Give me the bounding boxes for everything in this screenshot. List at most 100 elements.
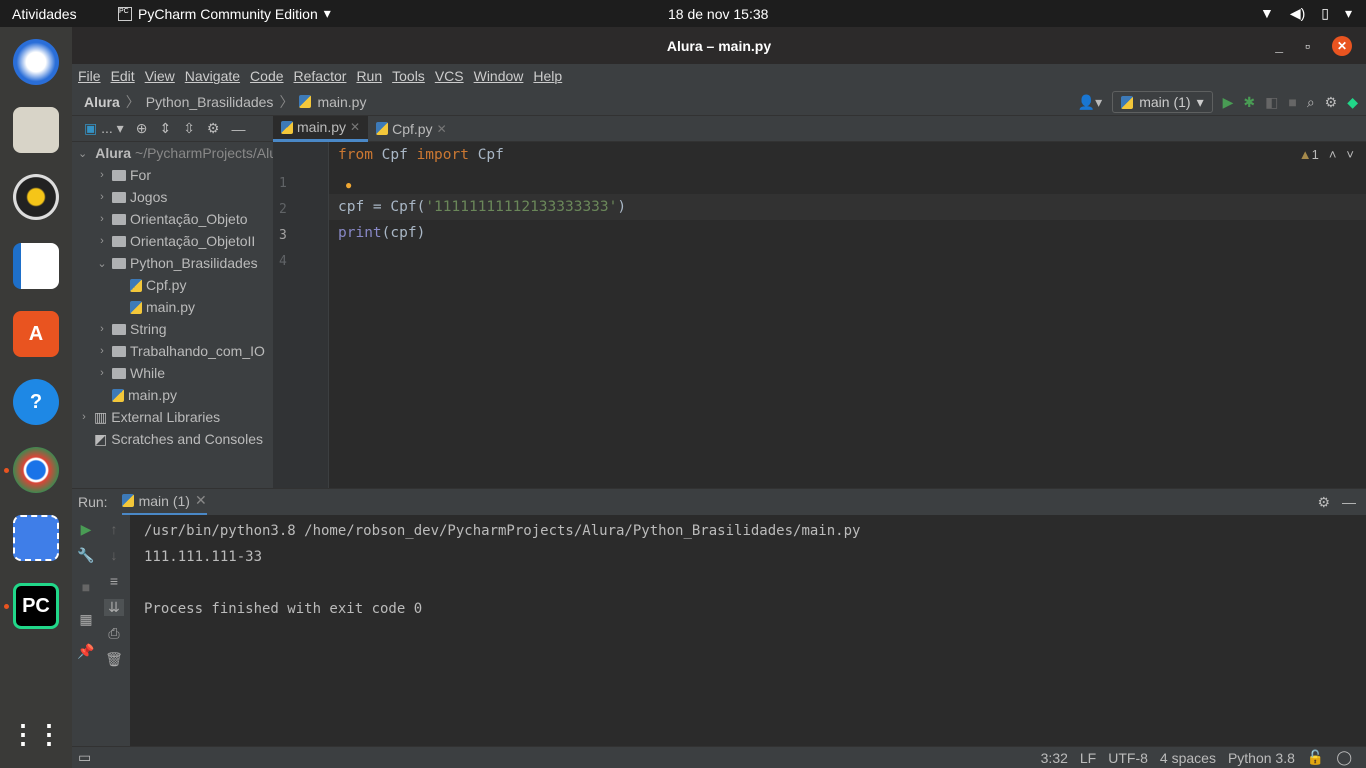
tree-item[interactable]: ◩ Scratches and Consoles	[72, 428, 273, 450]
tree-item[interactable]: › Orientação_ObjetoII	[72, 230, 273, 252]
trash-icon[interactable]: 🗑	[104, 651, 124, 668]
thunderbird-icon[interactable]	[13, 39, 59, 85]
chevron-right-icon[interactable]: ›	[96, 323, 108, 335]
tab-cpf-py[interactable]: Cpf.py ✕	[368, 116, 455, 142]
activities-button[interactable]: Atividades	[12, 6, 77, 22]
chevron-right-icon[interactable]: ›	[96, 367, 108, 379]
cursor-position[interactable]: 3:32	[1041, 750, 1068, 766]
chevron-right-icon[interactable]: ›	[96, 169, 108, 181]
rhythmbox-icon[interactable]	[13, 174, 59, 220]
tree-item[interactable]: ⌄Alura~/PycharmProjects/Alura	[72, 142, 273, 164]
gear-icon[interactable]: ⚙	[1317, 494, 1330, 511]
show-apps-icon[interactable]: ⋮⋮	[10, 711, 62, 757]
tree-item[interactable]: › String	[72, 318, 273, 340]
user-icon[interactable]: 👤▾	[1078, 94, 1102, 111]
app-menu[interactable]: PC PyCharm Community Edition ▾	[118, 5, 331, 22]
file-encoding[interactable]: UTF-8	[1108, 750, 1148, 766]
indent[interactable]: 4 spaces	[1160, 750, 1216, 766]
clock[interactable]: 18 de nov 15:38	[668, 6, 768, 22]
writer-icon[interactable]	[13, 243, 59, 289]
stop-icon[interactable]: ■	[76, 579, 96, 595]
soft-wrap-icon[interactable]: ≡	[104, 573, 124, 589]
close-tab-icon[interactable]: ✕	[350, 120, 360, 134]
line-separator[interactable]: LF	[1080, 750, 1096, 766]
close-tab-icon[interactable]: ✕	[437, 122, 447, 136]
pycharm-icon[interactable]: PC	[13, 583, 59, 629]
menu-help[interactable]: Help	[533, 68, 562, 84]
menu-vcs[interactable]: VCS	[435, 68, 464, 84]
locate-icon[interactable]: ⊕	[136, 120, 148, 137]
menu-code[interactable]: Code	[250, 68, 283, 84]
pin-icon[interactable]: 📌	[76, 643, 96, 660]
run-config-dropdown[interactable]: main (1) ▾	[1112, 91, 1213, 113]
stop-icon[interactable]: ■	[1288, 94, 1296, 110]
lock-icon[interactable]: 🔓	[1307, 749, 1324, 766]
help-icon[interactable]: ?	[13, 379, 59, 425]
software-center-icon[interactable]: A	[13, 311, 59, 357]
chevron-right-icon[interactable]: ›	[96, 191, 108, 203]
tree-item[interactable]: › ▥ External Libraries	[72, 406, 273, 428]
tree-item[interactable]: Cpf.py	[72, 274, 273, 296]
tree-item[interactable]: › While	[72, 362, 273, 384]
maximize-button[interactable]: ▫	[1305, 38, 1310, 54]
system-tray[interactable]: ▼ ◀) ▯ ▾	[1260, 5, 1352, 22]
breadcrumb-project[interactable]: Alura	[84, 94, 120, 110]
screenshot-icon[interactable]	[13, 515, 59, 561]
minimize-button[interactable]: _	[1275, 38, 1283, 54]
print-icon[interactable]: ⎙	[104, 625, 124, 642]
inspection-widget[interactable]: ▲1 ˄ ˅	[1299, 147, 1354, 162]
close-button[interactable]: ✕	[1332, 35, 1352, 56]
lightbulb-icon[interactable]: ●	[345, 178, 352, 192]
up-icon[interactable]: ↑	[104, 521, 124, 537]
menu-file[interactable]: File	[78, 68, 101, 84]
run-tab[interactable]: main (1) ✕	[121, 489, 207, 516]
hide-icon[interactable]: —	[231, 121, 245, 137]
project-view-dropdown[interactable]: ▣ ... ▾	[84, 120, 124, 137]
collapse-all-icon[interactable]: ⇳	[183, 120, 195, 137]
tree-item[interactable]: › For	[72, 164, 273, 186]
tree-item[interactable]: › Jogos	[72, 186, 273, 208]
hide-icon[interactable]: —	[1342, 494, 1356, 510]
chevron-right-icon[interactable]: ›	[96, 235, 108, 247]
menu-edit[interactable]: Edit	[111, 68, 135, 84]
rerun-icon[interactable]: ▶	[76, 521, 96, 538]
tab-main-py[interactable]: main.py ✕	[273, 115, 369, 142]
tree-item[interactable]: main.py	[72, 384, 273, 406]
breadcrumb-file[interactable]: main.py	[317, 94, 366, 110]
layout-icon[interactable]: ▦	[76, 611, 96, 628]
menu-navigate[interactable]: Navigate	[185, 68, 240, 84]
event-log-icon[interactable]: ◯	[1336, 749, 1352, 766]
tree-item[interactable]: ⌄ Python_Brasilidades	[72, 252, 273, 274]
wrench-icon[interactable]: 🔧	[76, 547, 96, 564]
menu-tools[interactable]: Tools	[392, 68, 425, 84]
gear-icon[interactable]: ⚙	[207, 120, 220, 137]
menu-run[interactable]: Run	[356, 68, 382, 84]
run-icon[interactable]: ▶	[1223, 94, 1234, 111]
tool-windows-icon[interactable]: ▭	[78, 749, 91, 766]
expand-all-icon[interactable]: ⇕	[159, 120, 171, 137]
gear-icon[interactable]: ⚙	[1325, 94, 1338, 111]
chrome-icon[interactable]	[13, 447, 59, 493]
down-icon[interactable]: ↓	[104, 547, 124, 563]
menu-window[interactable]: Window	[474, 68, 524, 84]
chevron-right-icon[interactable]: ›	[96, 213, 108, 225]
breadcrumb-folder[interactable]: Python_Brasilidades	[146, 94, 274, 110]
menu-view[interactable]: View	[145, 68, 175, 84]
tree-item[interactable]: › Trabalhando_com_IO	[72, 340, 273, 362]
coverage-icon[interactable]: ◧	[1265, 94, 1278, 111]
search-icon[interactable]: ⌕	[1307, 94, 1315, 111]
menu-refactor[interactable]: Refactor	[294, 68, 347, 84]
scroll-to-end-icon[interactable]: ⇊	[104, 599, 124, 616]
chevron-right-icon[interactable]: ›	[96, 345, 108, 357]
debug-icon[interactable]: ✱	[1243, 94, 1255, 111]
tree-item[interactable]: main.py	[72, 296, 273, 318]
chevron-down-icon[interactable]: ⌄	[78, 147, 87, 160]
chevron-right-icon[interactable]: ›	[78, 411, 90, 423]
tree-item[interactable]: › Orientação_Objeto	[72, 208, 273, 230]
console-output[interactable]: /usr/bin/python3.8 /home/robson_dev/Pych…	[144, 518, 860, 622]
code-with-me-icon[interactable]: ◆	[1347, 94, 1358, 111]
interpreter[interactable]: Python 3.8	[1228, 750, 1295, 766]
files-icon[interactable]	[13, 107, 59, 153]
code-editor[interactable]: 1 2 3 4 from Cpf import Cpf ● cpf = Cpf(…	[273, 142, 1366, 598]
chevron-down-icon[interactable]: ⌄	[96, 257, 108, 270]
